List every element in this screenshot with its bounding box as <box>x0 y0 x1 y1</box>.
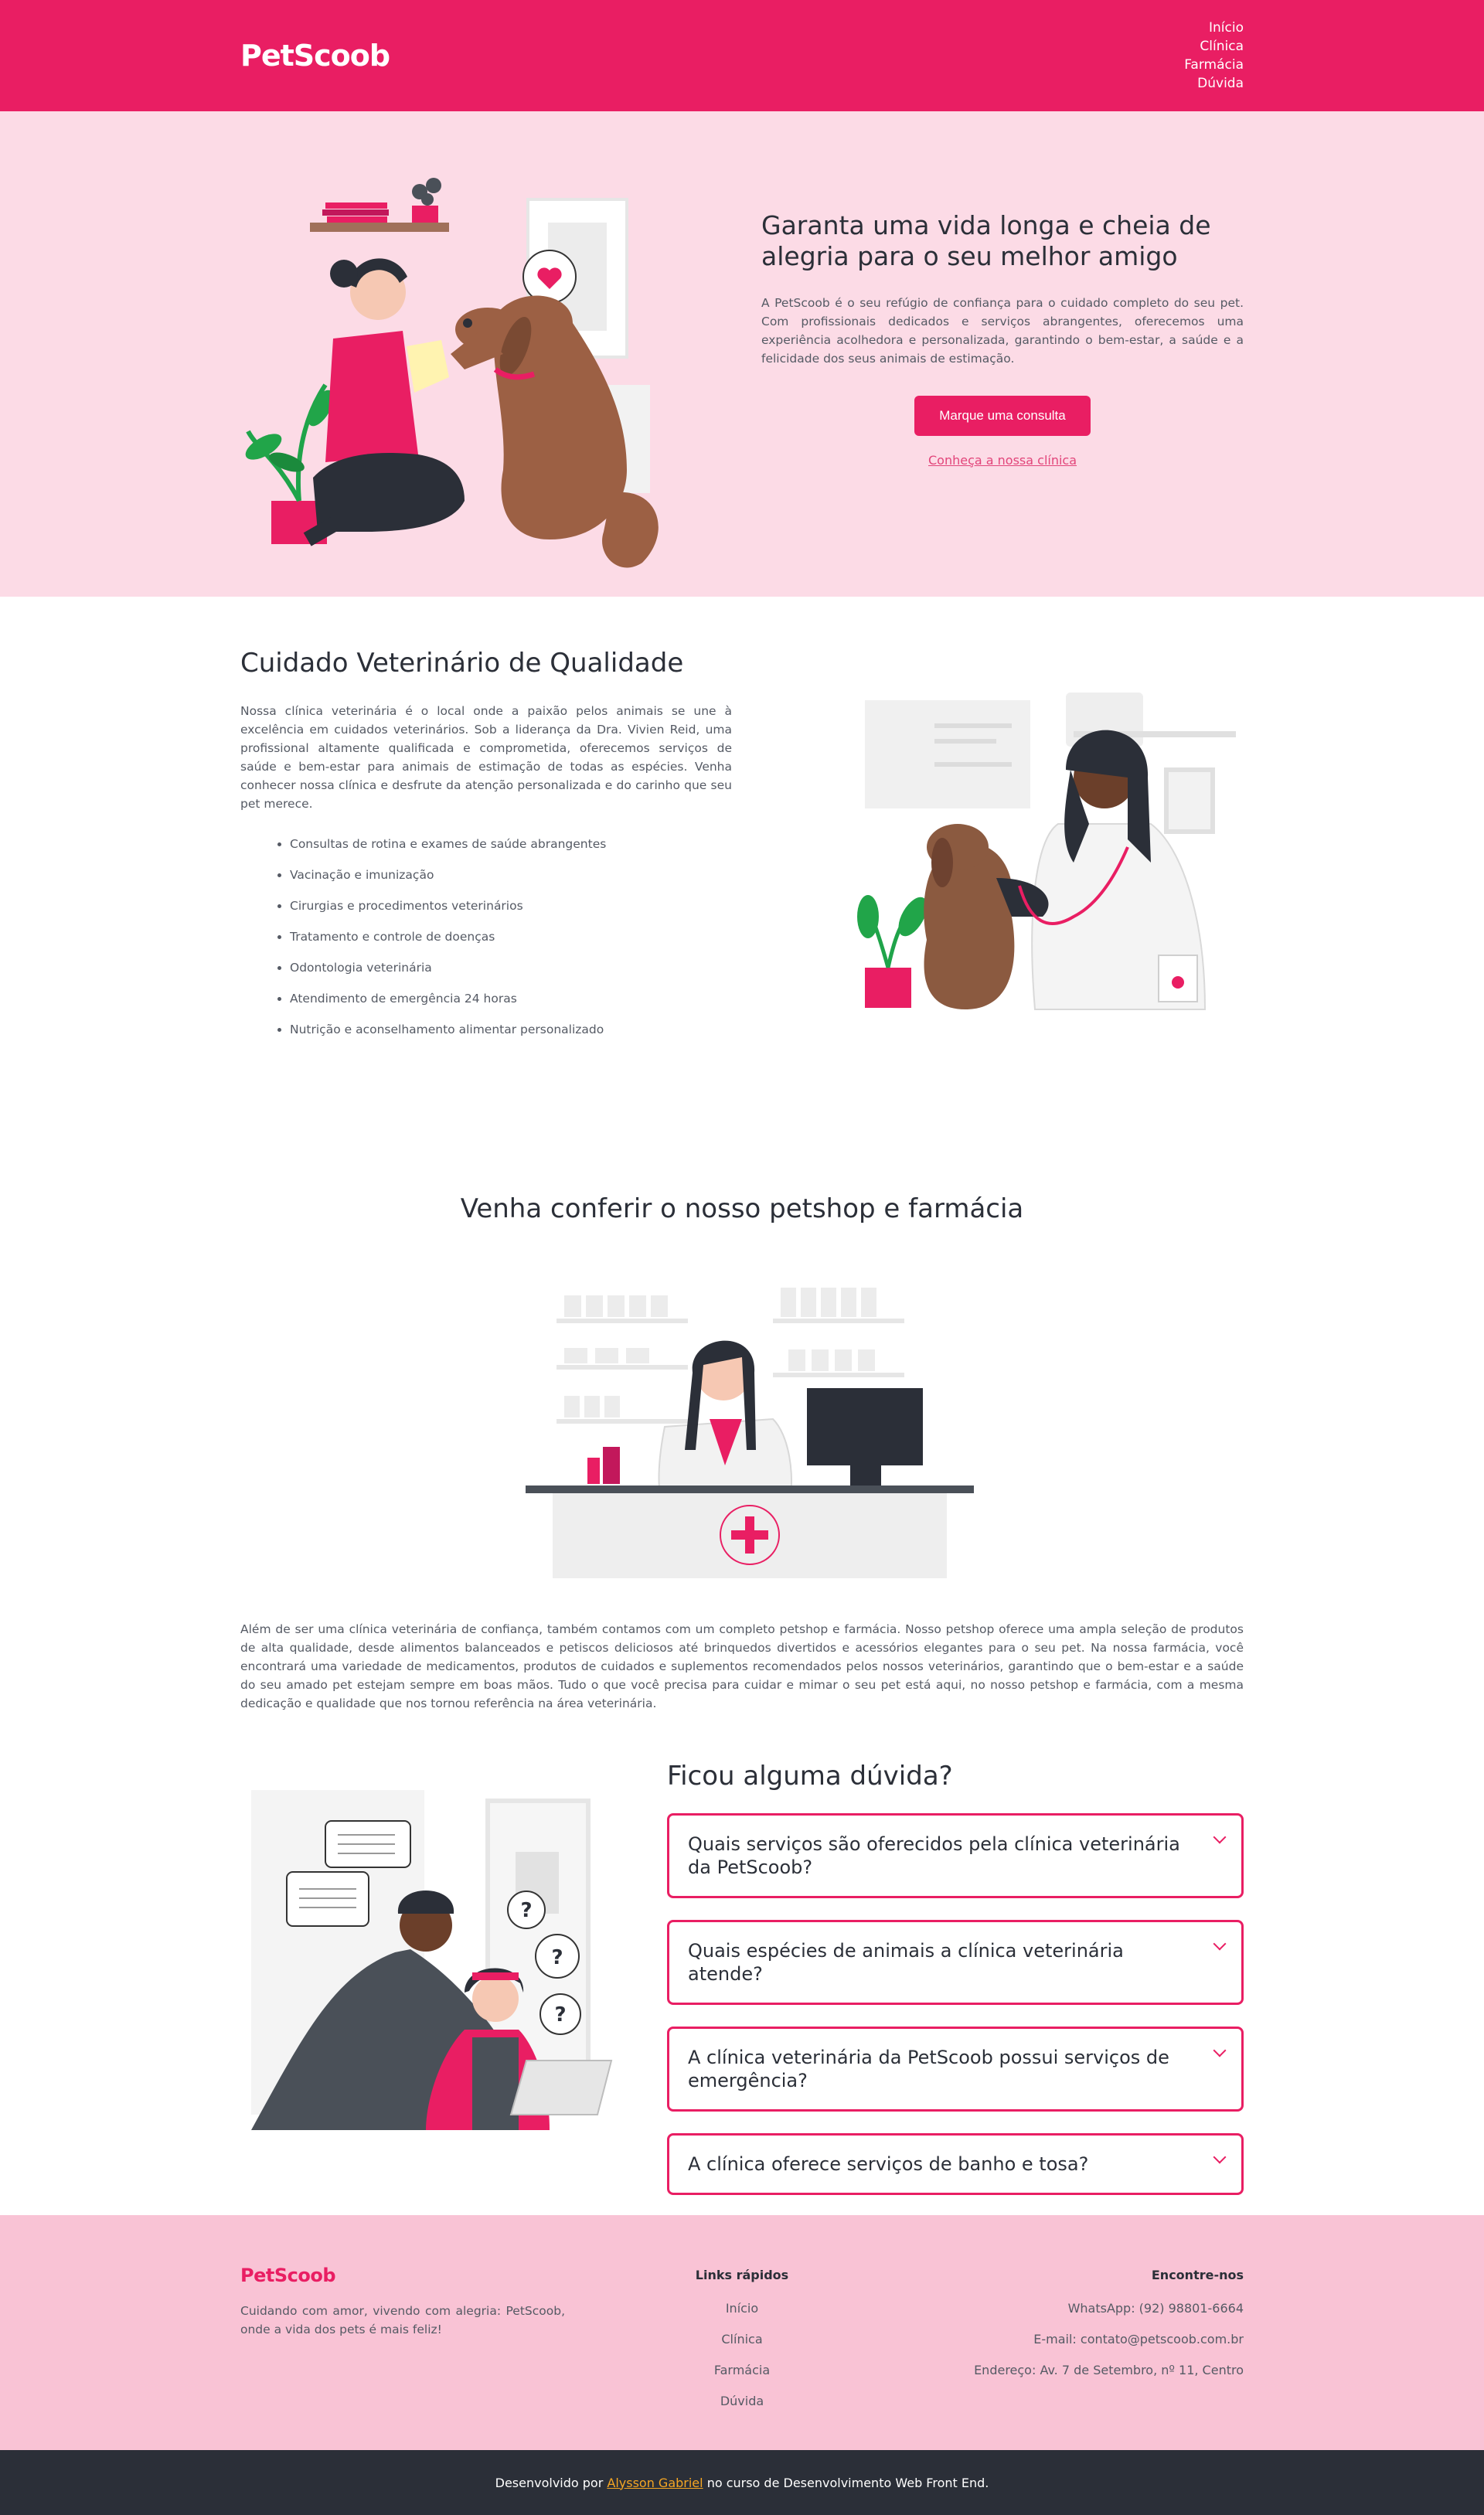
care-title: Cuidado Veterinário de Qualidade <box>240 648 684 679</box>
book-appointment-button[interactable]: Marque uma consulta <box>914 395 1091 436</box>
service-item: Vacinação e imunização <box>290 867 732 883</box>
credit-suffix: no curso de Desenvolvimento Web Front En… <box>706 2475 989 2490</box>
hero-description: A PetScoob é o seu refúgio de confiança … <box>761 295 1244 366</box>
quick-links-title: Links rápidos <box>695 2268 789 2282</box>
faq-question: Quais espécies de animais a clínica vete… <box>688 1940 1124 1985</box>
care-content: Cuidado Veterinário de Qualidade Nossa c… <box>240 646 732 1053</box>
nav-link-clinica[interactable]: Clínica <box>1200 39 1244 54</box>
clinic-link[interactable]: Conheça a nossa clínica <box>761 453 1244 468</box>
service-item: Consultas de rotina e exames de saúde ab… <box>290 836 732 852</box>
footer-link-duvida[interactable]: Dúvida <box>580 2394 904 2409</box>
footer-about: PetScoob Cuidando com amor, vivendo com … <box>240 2265 565 2425</box>
footer-link-inicio[interactable]: Início <box>580 2301 904 2316</box>
faq-item[interactable]: A clínica veterinária da PetScoob possui… <box>667 2027 1244 2112</box>
faq-illustration: ??? <box>240 1790 642 2153</box>
faq-section: ??? Ficou alguma dúvida? Quais serviços … <box>0 1713 1484 2215</box>
footer-tagline: Cuidando com amor, vivendo com alegria: … <box>240 2304 565 2336</box>
svg-text:?: ? <box>520 1899 532 1922</box>
credits-bar: Desenvolvido por Alysson Gabriel no curs… <box>0 2450 1484 2515</box>
care-description: Nossa clínica veterinária é o local onde… <box>240 704 732 811</box>
hero-content: Garanta uma vida longa e cheia de alegri… <box>761 210 1244 468</box>
service-item: Atendimento de emergência 24 horas <box>290 991 732 1006</box>
faq-question: A clínica veterinária da PetScoob possui… <box>688 2047 1169 2091</box>
contact-address: Endereço: Av. 7 de Setembro, nº 11, Cent… <box>974 2363 1244 2377</box>
credit-prefix: Desenvolvido por <box>495 2475 604 2490</box>
chevron-down-icon[interactable] <box>1213 2044 1227 2057</box>
svg-text:?: ? <box>551 1946 563 1969</box>
faq-question: Quais serviços são oferecidos pela clíni… <box>688 1833 1180 1878</box>
logo[interactable]: PetScoob <box>240 39 390 73</box>
faq-item[interactable]: A clínica oferece serviços de banho e to… <box>667 2133 1244 2195</box>
faq-list: Ficou alguma dúvida? Quais serviços são … <box>667 1759 1244 2217</box>
faq-title: Ficou alguma dúvida? <box>667 1761 953 1792</box>
hero-actions: Marque uma consulta Conheça a nossa clín… <box>761 395 1244 468</box>
faq-item[interactable]: Quais serviços são oferecidos pela clíni… <box>667 1813 1244 1898</box>
footer-link-farmacia[interactable]: Farmácia <box>580 2363 904 2378</box>
hero-illustration <box>240 138 704 570</box>
pharmacy-illustration <box>510 1272 974 1597</box>
petshop-title: Venha conferir o nosso petshop e farmáci… <box>460 1193 1024 1224</box>
svg-text:?: ? <box>554 2003 566 2027</box>
hero-section: Garanta uma vida longa e cheia de alegri… <box>0 111 1484 597</box>
chevron-down-icon[interactable] <box>1213 1830 1227 1844</box>
contact-whatsapp: WhatsApp: (92) 98801-6664 <box>1067 2301 1244 2316</box>
site-footer: PetScoob Cuidando com amor, vivendo com … <box>0 2215 1484 2450</box>
petshop-section: Venha conferir o nosso petshop e farmáci… <box>0 1091 1484 1713</box>
chevron-down-icon[interactable] <box>1213 1937 1227 1951</box>
petshop-description: Além de ser uma clínica veterinária de c… <box>240 1622 1244 1710</box>
nav-link-farmacia[interactable]: Farmácia <box>1184 57 1244 73</box>
footer-link-clinica[interactable]: Clínica <box>580 2332 904 2347</box>
service-item: Nutrição e aconselhamento alimentar pers… <box>290 1022 732 1037</box>
footer-quick-links: Links rápidos Início Clínica Farmácia Dú… <box>580 2265 904 2425</box>
faq-question: A clínica oferece serviços de banho e to… <box>688 2153 1089 2175</box>
services-list: Consultas de rotina e exames de saúde ab… <box>240 836 732 1037</box>
vet-illustration <box>842 685 1244 1040</box>
chevron-down-icon[interactable] <box>1213 2150 1227 2164</box>
service-item: Tratamento e controle de doenças <box>290 929 732 944</box>
author-link[interactable]: Alysson Gabriel <box>607 2476 703 2490</box>
hero-title: Garanta uma vida longa e cheia de alegri… <box>761 209 1211 271</box>
footer-logo[interactable]: PetScoob <box>240 2265 565 2286</box>
care-section: Cuidado Veterinário de Qualidade Nossa c… <box>0 597 1484 1091</box>
service-item: Odontologia veterinária <box>290 960 732 975</box>
service-item: Cirurgias e procedimentos veterinários <box>290 898 732 914</box>
contact-title: Encontre-nos <box>1151 2268 1244 2282</box>
nav-link-inicio[interactable]: Início <box>1209 20 1244 36</box>
contact-email: E-mail: contato@petscoob.com.br <box>1033 2332 1244 2347</box>
nav-link-duvida[interactable]: Dúvida <box>1197 76 1244 91</box>
main-nav: Início Clínica Farmácia Dúvida <box>1184 19 1244 93</box>
footer-contact: Encontre-nos WhatsApp: (92) 98801-6664 E… <box>919 2265 1244 2425</box>
site-header: PetScoob Início Clínica Farmácia Dúvida <box>0 0 1484 111</box>
faq-item[interactable]: Quais espécies de animais a clínica vete… <box>667 1920 1244 2005</box>
